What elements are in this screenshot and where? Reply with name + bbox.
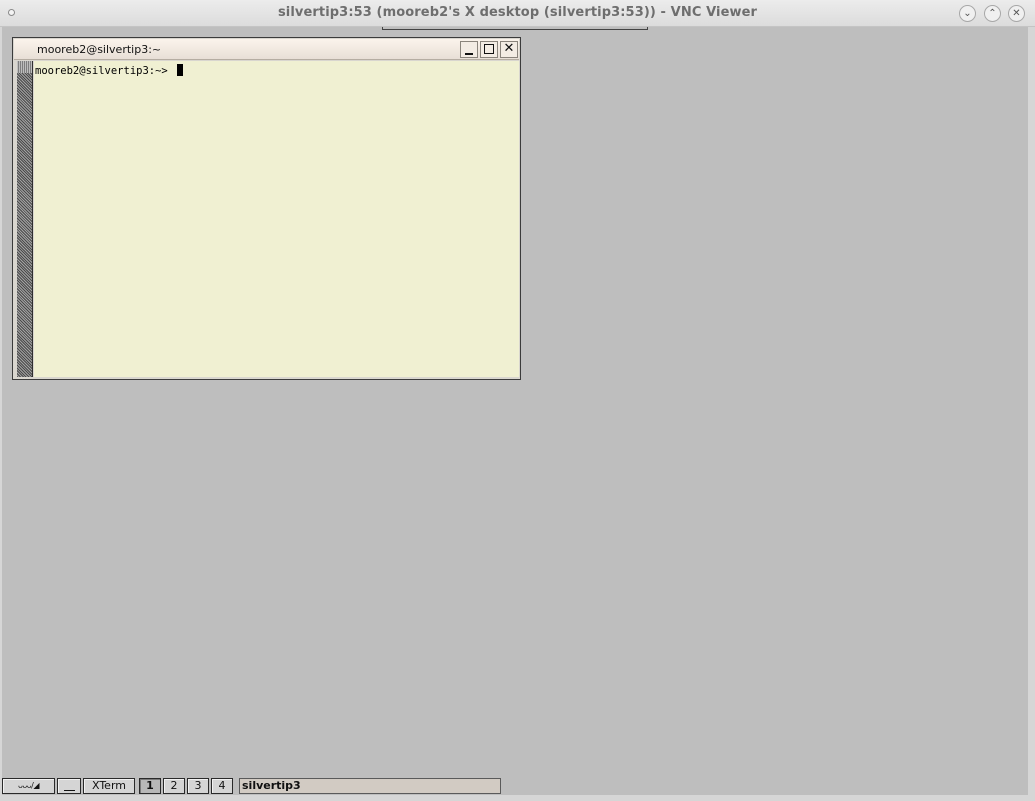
text-cursor <box>177 64 184 76</box>
terminal-content[interactable]: mooreb2@silvertip3:~> <box>34 61 519 377</box>
maximize-button[interactable]: ⌃ <box>984 5 1001 22</box>
xterm-window[interactable]: mooreb2@silvertip3:~ ✕ mooreb2@silvertip… <box>12 37 521 380</box>
desktop-2-button[interactable]: 2 <box>163 778 185 794</box>
scrollbar-thumb[interactable] <box>17 61 32 73</box>
minimize-icon <box>465 53 473 55</box>
minimize-button[interactable]: ⌄ <box>959 5 976 22</box>
vnc-window-title: silvertip3:53 (mooreb2's X desktop (silv… <box>277 5 758 20</box>
desktop-4-button[interactable]: 4 <box>211 778 233 794</box>
xterm-scrollbar[interactable] <box>17 61 33 377</box>
taskbar-launcher-icons[interactable]: ᴗᴗᴗ/◢ <box>2 778 55 794</box>
xterm-minimize-button[interactable] <box>460 41 478 58</box>
close-button[interactable]: ✕ <box>1008 5 1025 22</box>
viewer-bottom-edge <box>0 795 1035 801</box>
xterm-titlebar[interactable]: mooreb2@silvertip3:~ ✕ <box>14 39 519 60</box>
vnc-viewer-titlebar[interactable]: silvertip3:53 (mooreb2's X desktop (silv… <box>0 0 1035 27</box>
desktop-3-button[interactable]: 3 <box>187 778 209 794</box>
taskbar-hostname: silvertip3 <box>239 778 501 794</box>
hidden-panel-edge <box>382 27 648 30</box>
maximize-icon <box>484 44 494 54</box>
xterm-maximize-button[interactable] <box>480 41 498 58</box>
taskbar-xterm-button[interactable]: XTerm <box>83 778 135 794</box>
taskbar-iconify-button[interactable] <box>57 778 81 794</box>
taskbar: ᴗᴗᴗ/◢ XTerm 1 2 3 4 silvertip3 <box>2 777 1028 795</box>
desktop-1-button[interactable]: 1 <box>139 778 161 794</box>
xterm-close-button[interactable]: ✕ <box>500 41 518 58</box>
iconify-icon <box>64 790 75 791</box>
terminal-prompt-line: mooreb2@silvertip3:~> <box>35 64 184 77</box>
remote-desktop[interactable]: mooreb2@silvertip3:~ ✕ mooreb2@silvertip… <box>2 27 1028 798</box>
viewer-right-edge <box>1028 27 1035 801</box>
shell-prompt: mooreb2@silvertip3:~> <box>35 65 175 77</box>
xterm-window-title: mooreb2@silvertip3:~ <box>37 43 162 56</box>
